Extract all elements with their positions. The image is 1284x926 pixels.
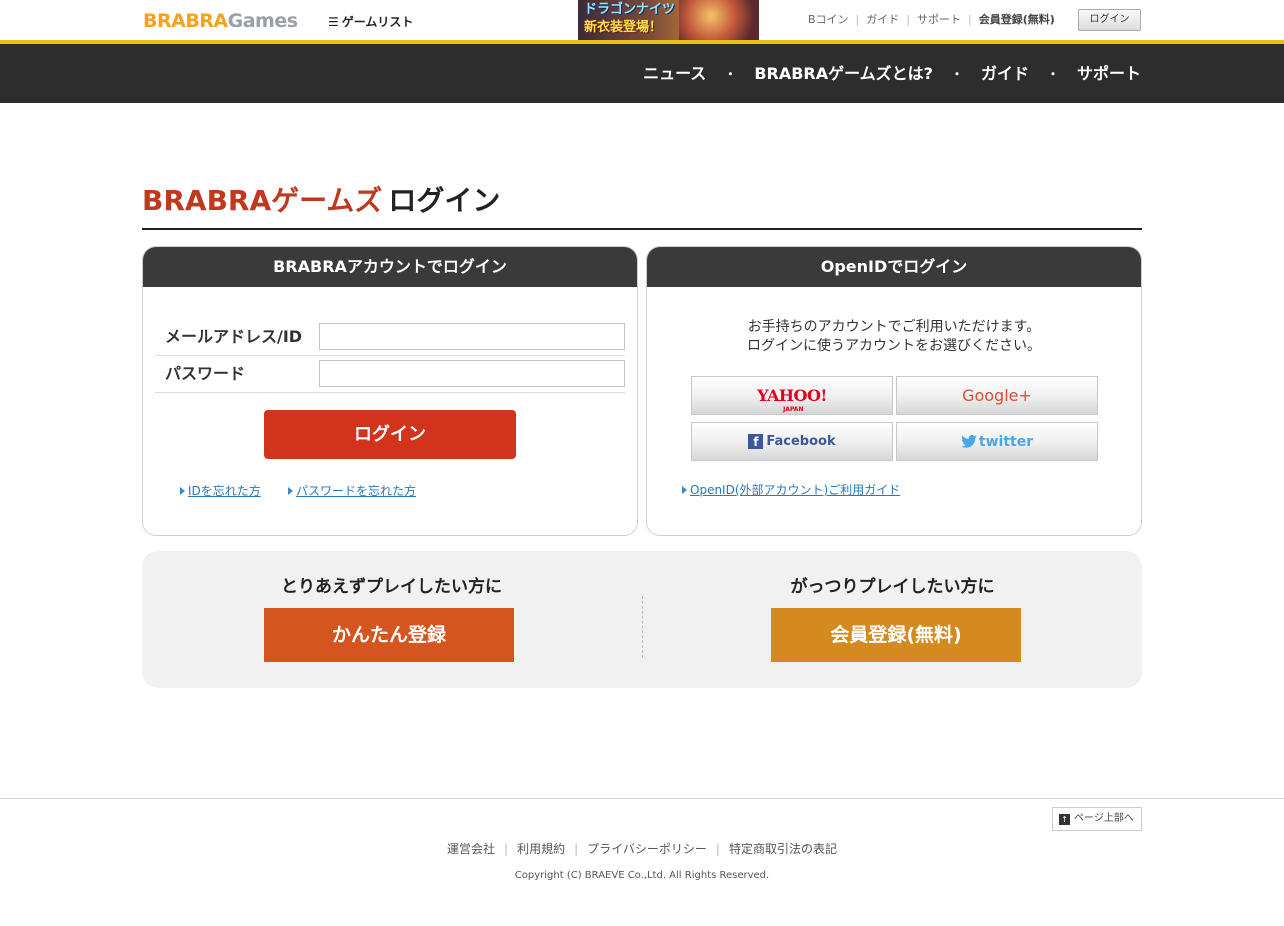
openid-description-line2: ログインに使うアカウントをお選びください。 [747, 338, 1041, 354]
openid-login-panel: OpenIDでログイン お手持ちのアカウントでご利用いただけます。 ログインに使… [646, 246, 1142, 536]
account-login-panel-title: BRABRAアカウントでログイン [143, 247, 637, 287]
yahoo-logo-subtext: JAPAN [783, 405, 804, 413]
nav-item-news[interactable]: ニュース [643, 64, 706, 84]
title-underline [142, 228, 1142, 230]
email-row: メールアドレス/ID [155, 319, 625, 356]
copyright: Copyright (C) BRAEVE Co.,Ltd. All Rights… [514, 870, 770, 881]
facebook-logo: f Facebook [748, 433, 836, 450]
openid-guide-link-wrap: OpenID(外部アカウント)ご利用ガイド [682, 482, 900, 498]
main-nav: ニュース ・ BRABRAゲームズとは? ・ ガイド ・ サポート [643, 64, 1141, 84]
google-plus-logo-icon: Google+ [962, 385, 1032, 405]
yahoo-login-button[interactable]: YAHOO! JAPAN [691, 376, 893, 415]
footer-link-commerce-law[interactable]: 特定商取引法の表記 [729, 842, 837, 856]
easy-register-column: とりあえずプレイしたい方に かんたん登録 [142, 551, 641, 688]
nav-item-guide[interactable]: ガイド [981, 64, 1029, 84]
password-field[interactable] [319, 360, 625, 387]
twitter-logo-text: twitter [978, 433, 1034, 450]
member-register-button[interactable]: 会員登録(無料) [771, 608, 1021, 662]
openid-description: お手持ちのアカウントでご利用いただけます。 ログインに使うアカウントをお選びくだ… [647, 318, 1141, 356]
footer-links: 運営会社 | 利用規約 | プライバシーポリシー | 特定商取引法の表記 [0, 841, 1284, 857]
login-button[interactable]: ログイン [264, 410, 516, 459]
footer-link-company[interactable]: 運営会社 [447, 842, 495, 856]
triangle-bullet-icon [288, 487, 293, 495]
page-top-label: ページ上部へ [1074, 813, 1134, 824]
banner-subtitle: 新衣装登場！ [584, 20, 663, 35]
top-bar: BRABRAGames ☰ ゲームリスト ドラゴンナイツ 新衣装登場！ Bコイン |… [0, 0, 1284, 40]
top-link-bcoin[interactable]: Bコイン [808, 13, 849, 26]
member-register-title: がっつりプレイしたい方に [790, 577, 995, 597]
footer-link-privacy[interactable]: プライバシーポリシー [587, 842, 707, 856]
top-link-guide[interactable]: ガイド [866, 13, 899, 26]
facebook-icon: f [748, 434, 764, 449]
openid-description-line1: お手持ちのアカウントでご利用いただけます。 [747, 319, 1041, 335]
nav-item-support[interactable]: サポート [1077, 64, 1141, 84]
top-login-button[interactable]: ログイン [1078, 9, 1141, 31]
footer-link-separator: | [574, 842, 579, 856]
nav-separator: ・ [1046, 67, 1059, 81]
forgot-password-link-wrap: パスワードを忘れた方 [288, 483, 416, 499]
forgot-password-link[interactable]: パスワードを忘れた方 [296, 484, 416, 498]
banner-character-image [679, 0, 759, 40]
top-link-separator: | [855, 13, 860, 26]
forgot-id-link-wrap: IDを忘れた方 [180, 483, 261, 499]
game-list-menu[interactable]: ☰ ゲームリスト [328, 13, 413, 31]
footer-link-terms[interactable]: 利用規約 [517, 842, 565, 856]
promo-banner[interactable]: ドラゴンナイツ 新衣装登場！ [578, 0, 759, 40]
password-label: パスワード [165, 364, 246, 383]
twitter-logo: twitter [961, 434, 1033, 450]
easy-register-button[interactable]: かんたん登録 [264, 608, 514, 662]
facebook-login-button[interactable]: f Facebook [691, 422, 893, 461]
openid-guide-link[interactable]: OpenID(外部アカウント)ご利用ガイド [690, 483, 900, 497]
game-list-label: ゲームリスト [341, 15, 414, 29]
page-title-brand: BRABRAゲームズ [142, 184, 383, 217]
logo-text-brabra: BRABRA [143, 10, 228, 32]
footer-divider [0, 798, 1284, 799]
email-field[interactable] [319, 323, 625, 350]
nav-item-about[interactable]: BRABRAゲームズとは? [754, 64, 933, 84]
page-title: BRABRAゲームズ ログイン [142, 182, 500, 220]
facebook-logo-text: Facebook [766, 433, 836, 449]
password-row: パスワード [155, 356, 625, 393]
page-title-text: ログイン [388, 184, 501, 217]
top-link-separator: | [967, 13, 972, 26]
nav-separator: ・ [724, 67, 737, 81]
triangle-bullet-icon [682, 486, 687, 494]
nav-separator: ・ [950, 67, 963, 81]
main-nav-bar: ニュース ・ BRABRAゲームズとは? ・ ガイド ・ サポート [0, 44, 1284, 103]
yahoo-logo-icon: YAHOO! JAPAN [757, 386, 827, 413]
banner-title: ドラゴンナイツ [584, 2, 676, 17]
brabra-games-logo[interactable]: BRABRAGames [143, 9, 298, 33]
hamburger-menu-icon: ☰ [328, 15, 339, 29]
twitter-bird-icon [961, 435, 977, 448]
easy-register-title: とりあえずプレイしたい方に [281, 577, 502, 597]
top-links: Bコイン | ガイド | サポート | 会員登録(無料) [808, 13, 1055, 27]
openid-panel-title: OpenIDでログイン [647, 247, 1141, 287]
account-login-panel: BRABRAアカウントでログイン メールアドレス/ID パスワード ログイン I… [142, 246, 638, 536]
email-label: メールアドレス/ID [165, 327, 303, 346]
member-register-column: がっつりプレイしたい方に 会員登録(無料) [643, 551, 1142, 688]
google-login-button[interactable]: Google+ [896, 376, 1098, 415]
arrow-up-icon: ↑ [1059, 813, 1070, 825]
top-link-register[interactable]: 会員登録(無料) [979, 13, 1055, 26]
forgot-id-link[interactable]: IDを忘れた方 [188, 484, 261, 498]
footer-link-separator: | [504, 842, 509, 856]
twitter-login-button[interactable]: twitter [896, 422, 1098, 461]
page-top-button[interactable]: ↑ ページ上部へ [1052, 807, 1142, 831]
triangle-bullet-icon [180, 487, 185, 495]
logo-text-games: Games [227, 10, 298, 32]
register-box: とりあえずプレイしたい方に かんたん登録 がっつりプレイしたい方に 会員登録(無… [142, 551, 1142, 688]
footer-link-separator: | [715, 842, 720, 856]
top-link-separator: | [906, 13, 910, 26]
top-link-support[interactable]: サポート [917, 13, 961, 26]
